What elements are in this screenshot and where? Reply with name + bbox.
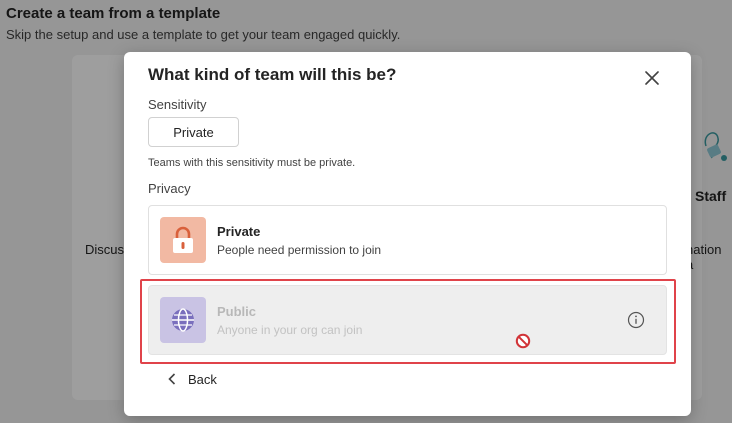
close-button[interactable] (640, 66, 664, 90)
option-description: Anyone in your org can join (217, 323, 363, 337)
option-title: Private (217, 224, 261, 239)
globe-icon (172, 308, 194, 332)
privacy-label: Privacy (148, 181, 191, 196)
info-icon[interactable] (627, 311, 645, 329)
privacy-option-private[interactable]: Private People need permission to join (148, 205, 667, 275)
sensitivity-label: Sensitivity (148, 97, 207, 112)
option-title: Public (217, 304, 257, 319)
public-icon-tile (160, 297, 206, 343)
chevron-left-icon (168, 373, 176, 385)
sensitivity-dropdown[interactable]: Private (148, 117, 239, 147)
lock-icon (173, 226, 193, 253)
back-button[interactable]: Back (168, 368, 217, 390)
dialog-title: What kind of team will this be? (148, 65, 397, 84)
private-icon-tile (160, 217, 206, 263)
not-allowed-cursor-icon (515, 333, 531, 349)
team-type-dialog: What kind of team will this be? Sensitiv… (124, 52, 691, 416)
back-label: Back (188, 371, 217, 387)
sensitivity-hint: Teams with this sensitivity must be priv… (148, 157, 356, 169)
privacy-option-public[interactable]: Public Anyone in your org can join (148, 285, 667, 355)
close-icon (645, 71, 659, 85)
option-description: People need permission to join (217, 243, 382, 257)
